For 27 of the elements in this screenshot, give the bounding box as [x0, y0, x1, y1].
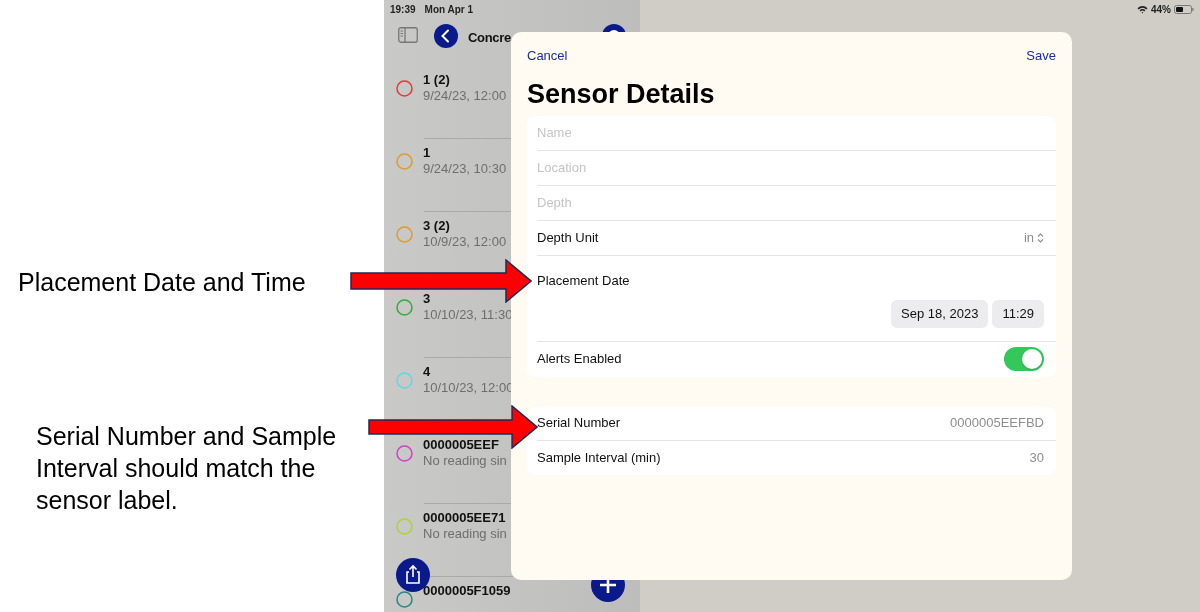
item-title: 1 [423, 145, 432, 161]
item-title: 3 (2) [423, 218, 451, 234]
nav-title: Concre [468, 29, 511, 47]
item-subtitle: 9/24/23, 12:00 [423, 88, 507, 104]
item-title: 0000005EEF [423, 437, 500, 453]
row-label: Serial Number [537, 414, 621, 433]
item-title: 4 [423, 364, 432, 380]
row-label: Depth Unit [537, 228, 599, 247]
sheet-title: Sensor Details [527, 77, 716, 110]
row-value: 30 [1029, 448, 1044, 467]
status-date: Mon Apr 1 [424, 3, 474, 17]
item-subtitle: No reading sin [423, 526, 507, 542]
annotation-text: Placement Date and Time [18, 267, 306, 298]
row-label: Placement Date [537, 271, 631, 290]
item-subtitle: No reading sin [423, 453, 507, 469]
row-value: 0000005EEFBD [950, 414, 1044, 433]
item-subtitle: 10/9/23, 12:00 [423, 234, 507, 250]
item-title: 3 [423, 291, 432, 307]
item-title: 0000005F1059 [423, 583, 511, 599]
battery-percent: 44% [1151, 3, 1171, 17]
row-label: Sample Interval (min) [537, 448, 661, 467]
status-time: 19:39 [390, 3, 416, 17]
item-title: 1 (2) [423, 72, 451, 88]
item-title: 0000005EE71 [423, 510, 507, 526]
item-subtitle: 9/24/23, 10:30 [423, 161, 507, 177]
annotation-text: Serial Number and Sample Interval should match the sensor label. [36, 421, 338, 516]
row-label: Alerts Enabled [537, 350, 622, 369]
